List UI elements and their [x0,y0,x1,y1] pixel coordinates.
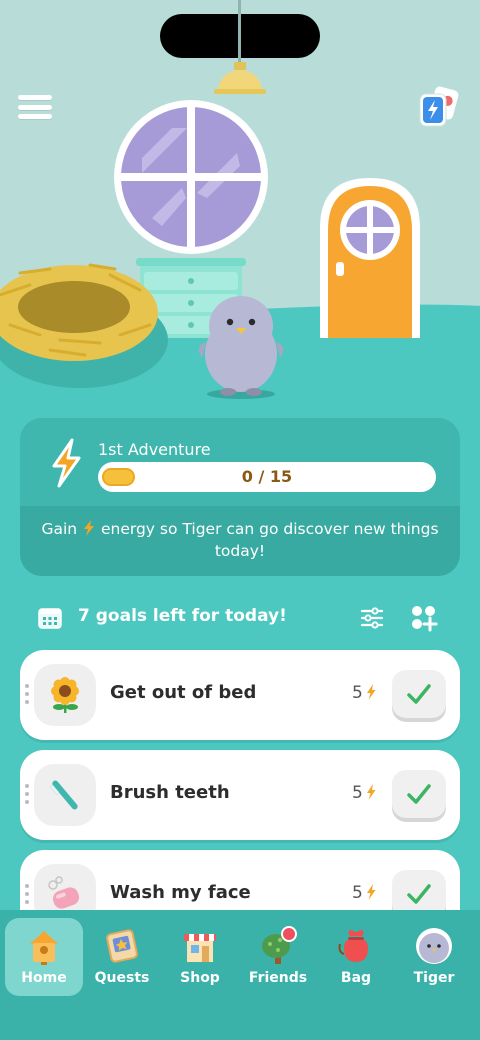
nav-home[interactable]: Home [5,918,83,996]
nav-quests[interactable]: Quests [83,918,161,996]
goal-card[interactable]: Get out of bed 5 [20,650,460,740]
sunflower-icon [51,677,79,713]
nav-friends[interactable]: Friends [239,918,317,996]
energy-bolt-icon [366,784,376,800]
nav-bag[interactable]: Bag [317,918,395,996]
adventure-message: Gain energy so Tiger can go discover new… [40,518,440,562]
energy-bolt-icon [84,520,95,536]
complete-goal-button[interactable] [392,670,446,718]
menu-bar [18,114,52,119]
nav-label: Friends [248,970,308,986]
home-icon [30,931,58,965]
lamp-cord [238,0,241,64]
message-start: Gain [41,520,83,538]
orange-door[interactable] [320,178,420,338]
straw-nest [0,263,168,388]
round-window [114,100,268,254]
drag-handle[interactable] [25,684,29,704]
penguin-tiger[interactable] [192,288,290,400]
goal-label: Get out of bed [110,682,257,703]
menu-bar [18,104,52,110]
energy-cards-icon[interactable] [414,86,462,130]
nav-label: Quests [94,970,150,986]
ceiling-lamp [214,62,266,94]
toothbrush-icon [50,780,78,810]
energy-value: 5 [352,783,363,803]
goals-header: 7 goals left for today! [20,600,460,636]
nav-label: Bag [340,970,372,986]
goal-label: Wash my face [110,882,251,903]
filter-sliders-icon[interactable] [360,607,384,629]
nav-label: Tiger [413,970,455,986]
tiger-penguin-icon [416,928,452,964]
energy-bolt-icon [52,438,81,488]
nav-tiger[interactable]: Tiger [395,918,473,996]
energy-value: 5 [352,883,363,903]
adventure-card: 1st Adventure 0 / 15 Gain energy so Tige… [20,418,460,576]
goals-left-title: 7 goals left for today! [78,606,287,626]
goal-thumbnail [34,764,96,826]
goal-label: Brush teeth [110,782,230,803]
message-end: energy so Tiger can go discover new thin… [96,520,439,560]
progress-text: 0 / 15 [241,467,293,486]
energy-bolt-icon [366,684,376,700]
complete-goal-button[interactable] [392,770,446,818]
nav-shop[interactable]: Shop [161,918,239,996]
drag-handle[interactable] [25,884,29,904]
menu-button[interactable] [16,92,54,122]
drag-handle[interactable] [25,784,29,804]
goal-energy: 5 [352,683,377,703]
goal-card[interactable]: Brush teeth 5 [20,750,460,840]
nav-label: Shop [180,970,220,986]
energy-value: 5 [352,683,363,703]
soap-icon [48,876,80,909]
add-goal-grid-icon[interactable] [410,604,438,632]
room-scene [0,0,480,410]
quests-icon [106,929,138,963]
adventure-progress-bar: 0 / 15 [98,462,436,492]
checkmark-icon [407,784,431,804]
menu-bar [18,95,52,100]
goal-energy: 5 [352,883,377,903]
shop-icon [184,934,216,962]
calendar-icon [38,608,62,629]
friends-tree-icon [262,926,297,964]
bottom-navigation: Home Quests Shop Friends Bag Tiger [0,910,480,1040]
checkmark-icon [407,884,431,904]
energy-bolt-icon [366,884,376,900]
goal-energy: 5 [352,783,377,803]
adventure-title: 1st Adventure [98,440,211,459]
bag-icon [338,930,368,962]
goal-thumbnail [34,664,96,726]
checkmark-icon [407,684,431,704]
nav-label: Home [21,970,67,986]
